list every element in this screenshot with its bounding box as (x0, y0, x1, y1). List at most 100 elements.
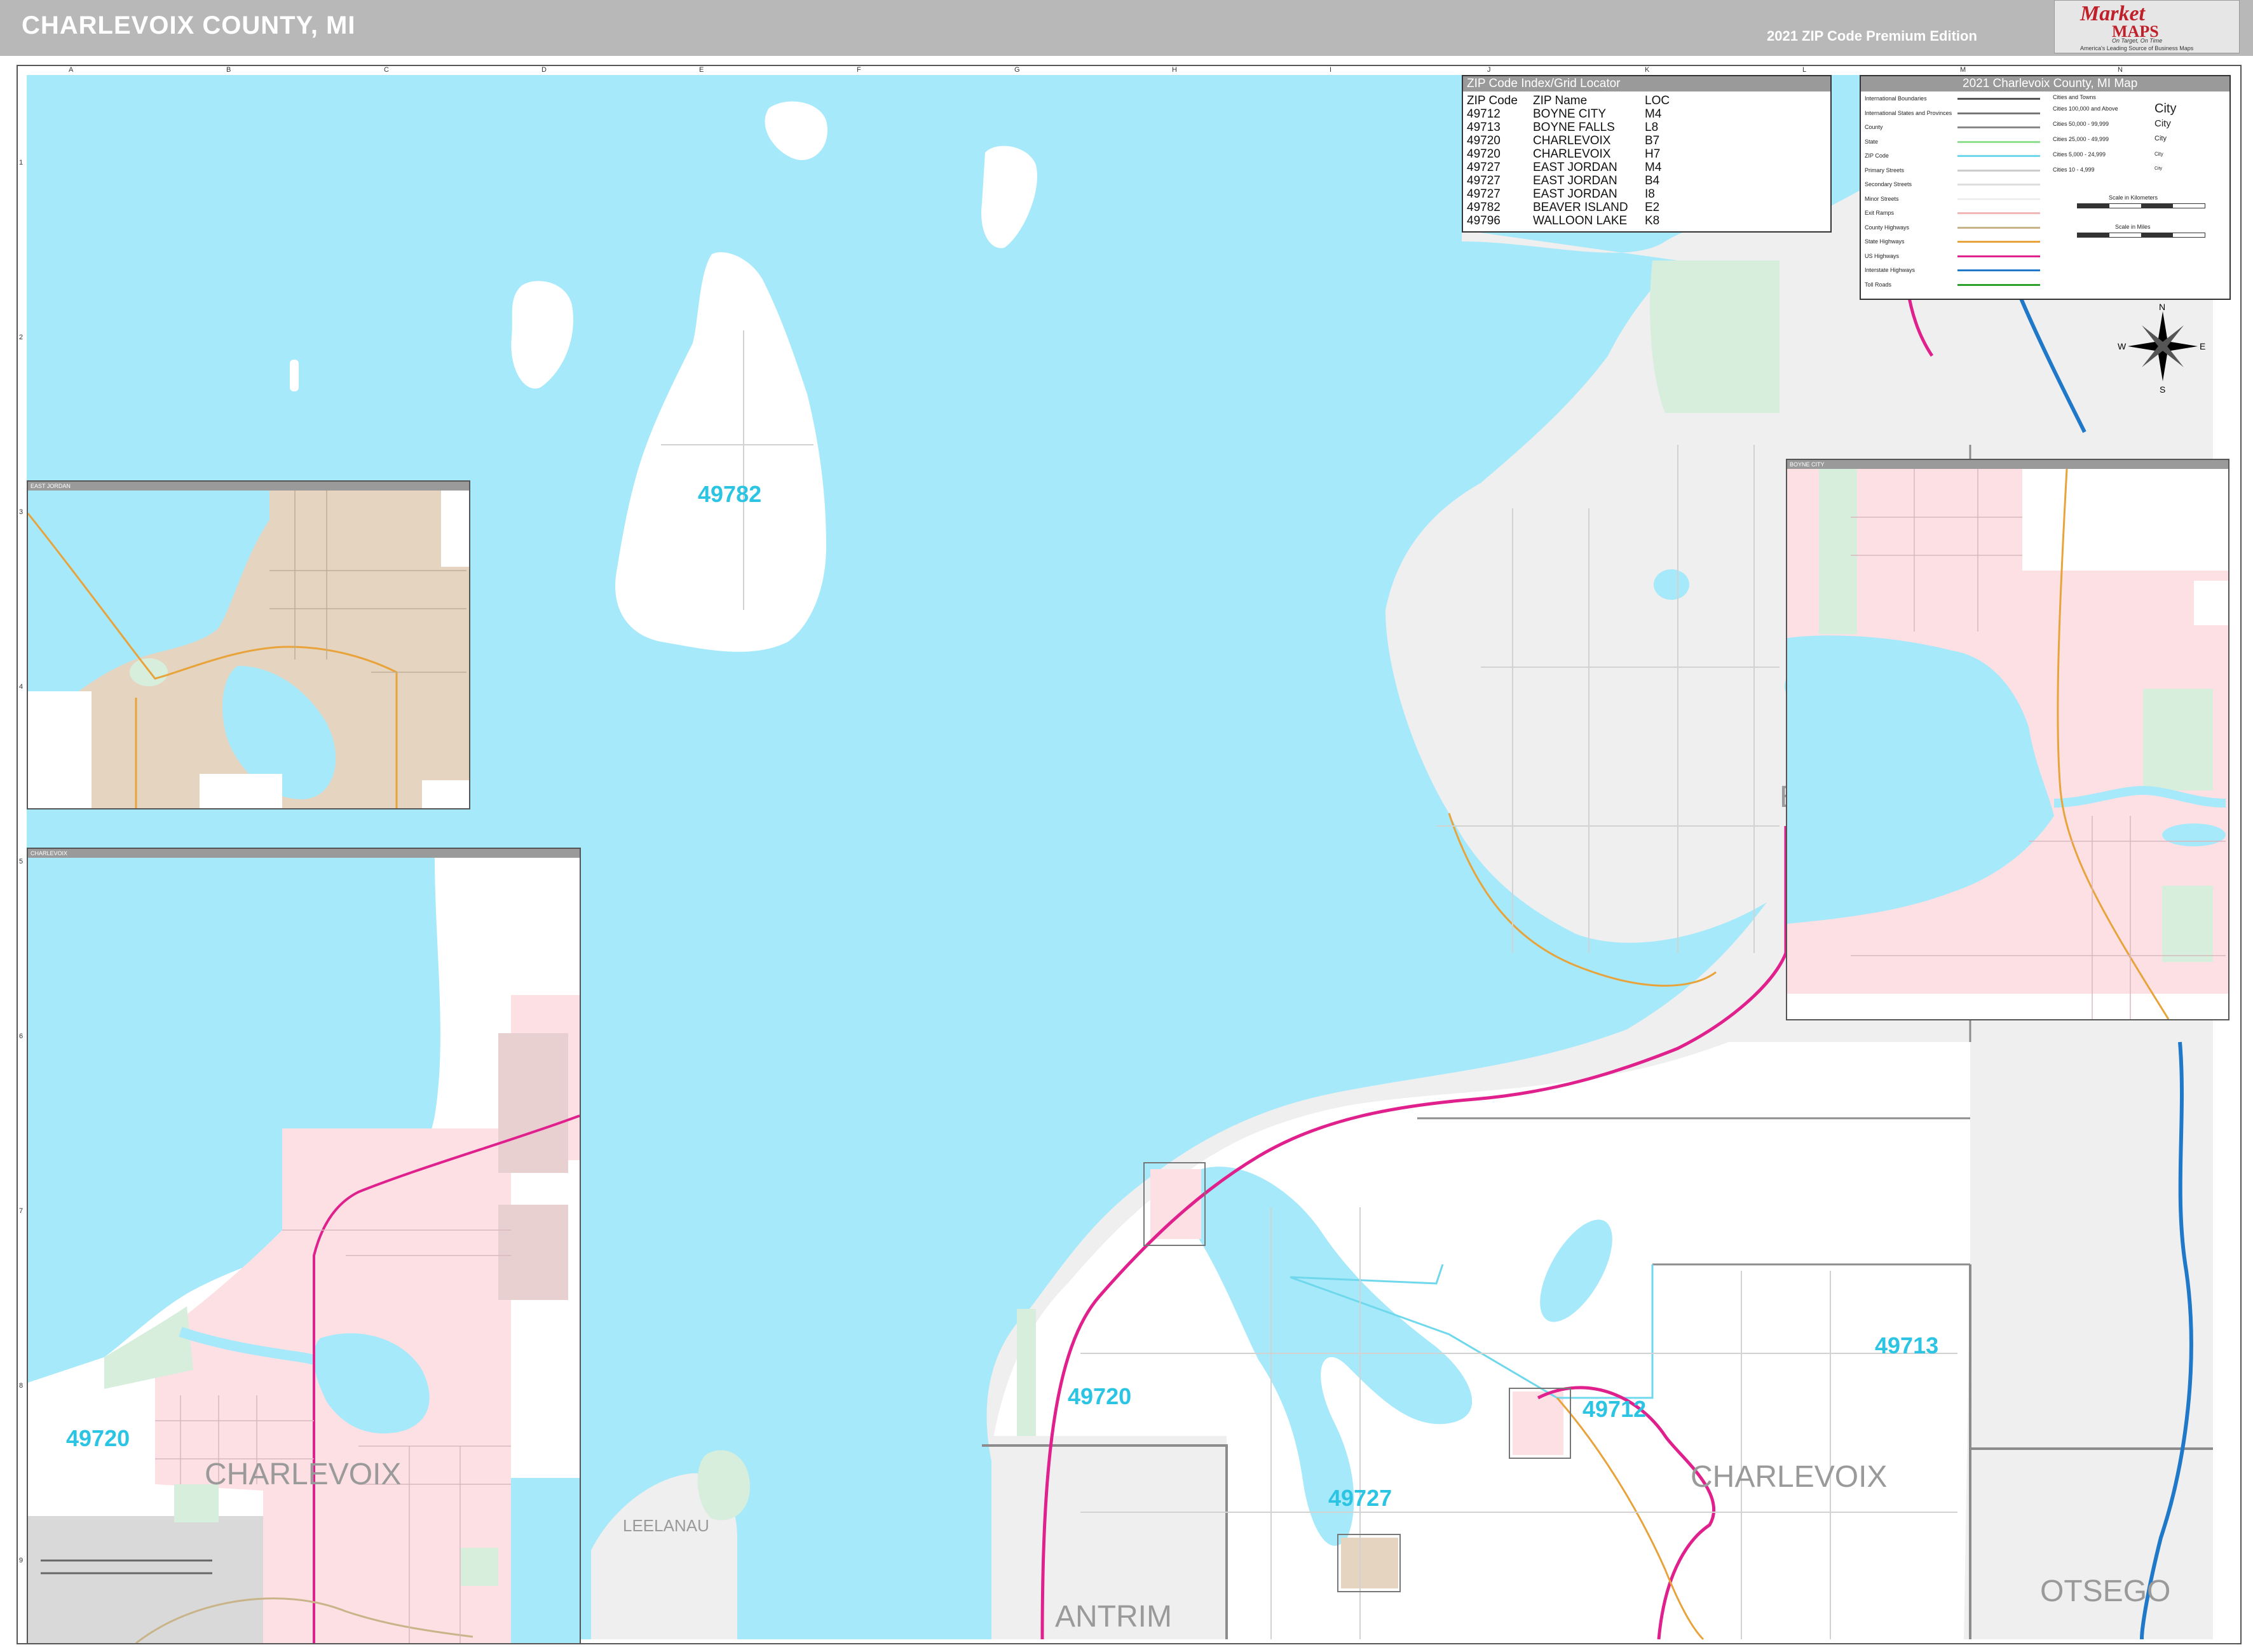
legend-item-label: Primary Streets (1865, 166, 1905, 173)
zip-name: EAST JORDAN (1533, 174, 1617, 187)
zip-code: 49720 (1467, 134, 1501, 147)
county-label-charlevoix: CHARLEVOIX (1691, 1460, 1887, 1494)
grid-col-j: J (1487, 66, 1491, 74)
zip-name: WALLOON LAKE (1533, 214, 1628, 227)
zip-index-col-zip: ZIP Code (1467, 94, 1518, 107)
grid-col-c: C (384, 66, 389, 74)
east-jordan-urban (1341, 1538, 1398, 1588)
grid-row-9: 9 (19, 1557, 24, 1564)
grid-row-3: 3 (19, 508, 24, 516)
zip-code: 49782 (1467, 201, 1501, 214)
zip-name: CHARLEVOIX (1533, 134, 1611, 147)
legend-title-text: 2021 Charlevoix County, MI Map (1963, 77, 2138, 90)
inset-charlevoix[interactable]: CHARLEVOIX 49720 CHARLEVOIX (27, 848, 581, 1644)
grid-row-5: 5 (19, 858, 24, 865)
map-legend: 2021 Charlevoix County, MI Map Internati… (1860, 75, 2231, 300)
zip-loc: B7 (1645, 134, 1660, 147)
legend-city-sample-4: City (2154, 151, 2163, 157)
zip-code: 49727 (1467, 187, 1501, 201)
zip-code: 49727 (1467, 174, 1501, 187)
grid-col-d: D (541, 66, 547, 74)
compass-n: N (2159, 302, 2165, 312)
grid-col-e: E (699, 66, 704, 74)
small-lake-1 (1654, 569, 1689, 600)
zip-name: BOYNE FALLS (1533, 121, 1615, 134)
grid-col-i: I (1330, 66, 1332, 74)
zip-label-49782: 49782 (698, 481, 761, 507)
inset-bc-river (2053, 785, 2226, 808)
grid-col-a: A (69, 66, 74, 74)
legend-item-label: State (1865, 138, 1879, 145)
legend-scale-km: Scale in Kilometers (2109, 194, 2158, 201)
inset-cx-lake-charlevoix (511, 1478, 580, 1643)
legend-title: 2021 Charlevoix County, MI Map (1861, 76, 2229, 91)
inset-bc-white-south (1787, 994, 2228, 1019)
grid-col-f: F (857, 66, 861, 74)
zip-label-49712: 49712 (1583, 1396, 1646, 1422)
grid-col-l: L (1802, 66, 1807, 74)
grid-col-k: K (1645, 66, 1650, 74)
legend-item-label: State Highways (1865, 238, 1905, 245)
grid-row-1: 1 (19, 159, 24, 166)
grid-row-4: 4 (19, 683, 24, 691)
grid-col-h: H (1172, 66, 1177, 74)
legend-item-swatch (1957, 283, 2040, 286)
zip-loc: L8 (1645, 121, 1659, 134)
grid-row-7: 7 (19, 1207, 24, 1215)
inset-cx-county-label: CHARLEVOIX (205, 1458, 401, 1491)
zip-label-49720: 49720 (1068, 1383, 1131, 1409)
inset-boyne-city[interactable]: BOYNE CITY (1786, 459, 2229, 1020)
legend-item-swatch (1957, 226, 2040, 229)
inset-bc-white-north (2022, 469, 2228, 571)
zip-label-49713: 49713 (1875, 1332, 1938, 1358)
zip-loc: E2 (1645, 201, 1660, 214)
legend-item-swatch (1957, 212, 2040, 214)
compass-e: E (2200, 341, 2205, 351)
legend-city-sample-3: City (2154, 135, 2167, 142)
park-lower-left (1017, 1309, 1036, 1436)
inset-bc-park-west (1819, 469, 1857, 634)
grid-col-g: G (1014, 66, 1020, 74)
inset-bc-park-se (2162, 886, 2213, 962)
legend-city-5: Cities 10 - 4,999 (2053, 166, 2095, 173)
zip-index-col-loc: LOC (1645, 94, 1670, 107)
inset-cx-park-3 (460, 1548, 498, 1586)
inset-ej-white (28, 691, 92, 808)
inset-bc-pond (2162, 823, 2226, 846)
squaw-island (290, 360, 299, 391)
legend-item-label: Minor Streets (1865, 195, 1899, 202)
zip-code: 49720 (1467, 147, 1501, 161)
legend-item-swatch (1957, 269, 2040, 271)
legend-scale-bar-mi (2077, 233, 2205, 238)
zip-loc: K8 (1645, 214, 1660, 227)
legend-item-swatch (1957, 169, 2040, 172)
legend-item-swatch (1957, 255, 2040, 257)
zip-code: 49727 (1467, 161, 1501, 174)
legend-item-swatch (1957, 198, 2040, 200)
zip-index-title: ZIP Code Index/Grid Locator (1463, 76, 1830, 91)
legend-city-3: Cities 25,000 - 49,999 (2053, 136, 2109, 142)
legend-city-4: Cities 5,000 - 24,999 (2053, 151, 2106, 158)
legend-item-label: US Highways (1865, 252, 1900, 259)
county-label-leelanau: LEELANAU (623, 1516, 709, 1535)
grid-col-m: M (1960, 66, 1966, 74)
legend-item-label: International Boundaries (1865, 95, 1927, 102)
legend-city-2: Cities 50,000 - 99,999 (2053, 121, 2109, 127)
legend-item-label: Interstate Highways (1865, 267, 1916, 273)
legend-item-swatch (1957, 155, 2040, 157)
inset-cx-golf2 (498, 1205, 568, 1300)
legend-city-sample-2: City (2154, 118, 2171, 129)
grid-row-6: 6 (19, 1032, 24, 1040)
legend-item-swatch (1957, 98, 2040, 100)
inset-bc-park-east (2143, 689, 2213, 790)
legend-item-label: Secondary Streets (1865, 181, 1912, 187)
grid-col-b: B (226, 66, 231, 74)
inset-east-jordan[interactable]: EAST JORDAN (27, 480, 470, 809)
grid-row-8: 8 (19, 1382, 24, 1390)
inset-cx-airport (28, 1516, 263, 1643)
zip-name: BEAVER ISLAND (1533, 201, 1628, 214)
inset-cx-zip-label: 49720 (66, 1425, 130, 1451)
legend-item-label: County Highways (1865, 224, 1910, 231)
inset-ej-white2 (200, 774, 282, 808)
inset-bc-white-east (2194, 581, 2228, 625)
